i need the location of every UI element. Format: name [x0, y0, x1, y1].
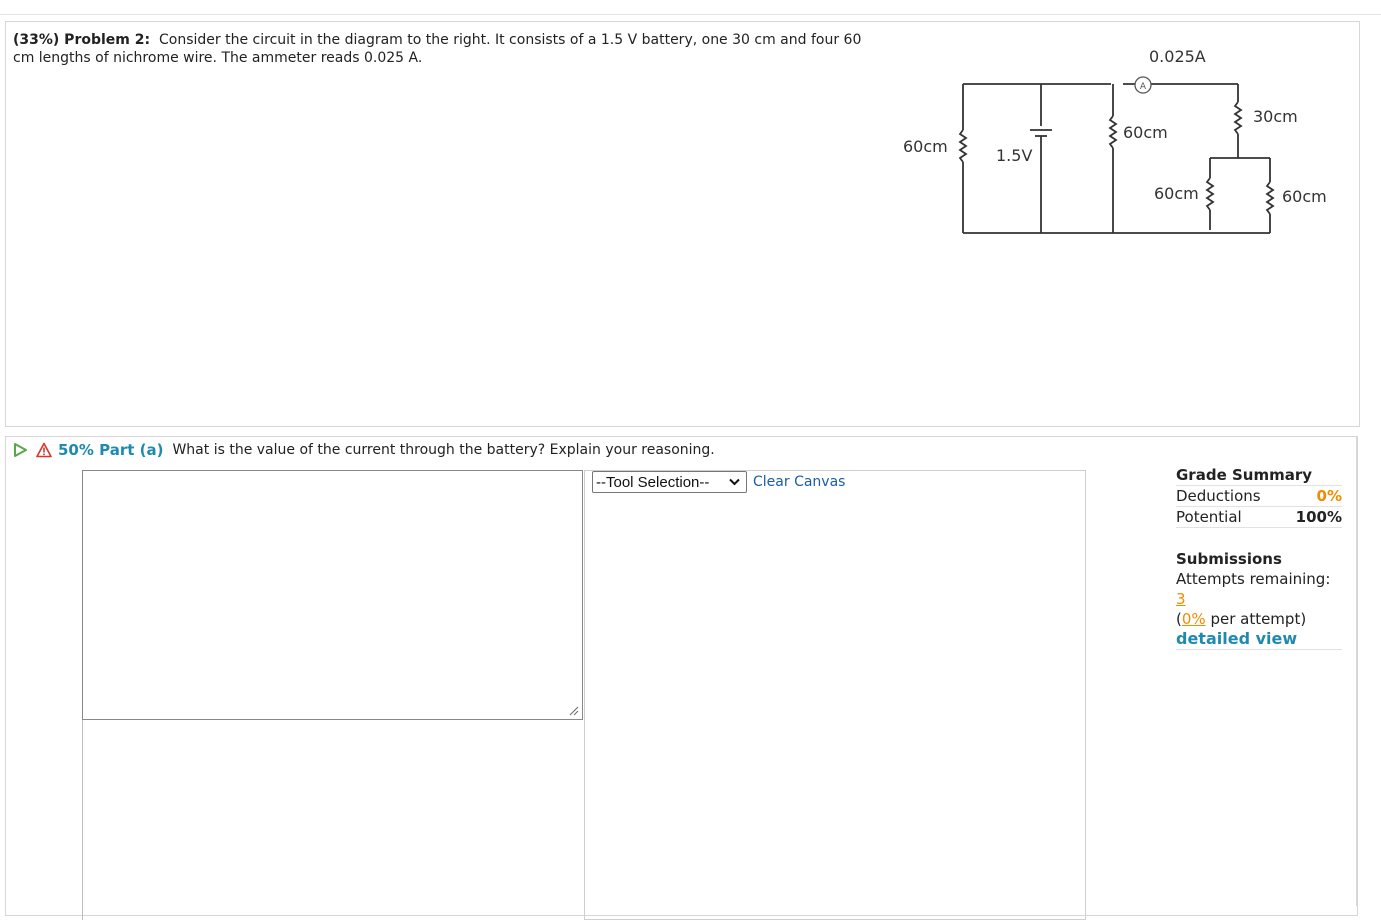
attempts-value[interactable]: 3 [1176, 590, 1186, 608]
answer-input[interactable] [82, 470, 583, 720]
submissions-panel: Submissions Attempts remaining: 3 (0% pe… [1176, 549, 1342, 650]
part-a-question: What is the value of the current through… [172, 442, 715, 458]
deductions-label: Deductions [1176, 487, 1261, 505]
left-resistor-label: 60cm [903, 137, 948, 156]
bottom-middle-resistor-label: 60cm [1154, 184, 1199, 203]
resize-grip-icon[interactable] [567, 704, 579, 716]
potential-value: 100% [1295, 508, 1342, 526]
middle-resistor-label: 60cm [1123, 123, 1168, 142]
play-icon[interactable] [12, 442, 28, 458]
deductions-row: Deductions 0% [1176, 486, 1342, 507]
drawing-canvas[interactable] [584, 470, 1086, 920]
tool-selection-value: --Tool Selection-- [596, 473, 710, 491]
per-attempt-suffix: per attempt) [1210, 610, 1307, 628]
problem-statement: (33%) Problem 2: Consider the circuit in… [13, 31, 883, 67]
grade-summary: Grade Summary Deductions 0% Potential 10… [1176, 466, 1342, 528]
circuit-diagram: A 0.025A 60cm 1.5V 60cm 30cm 60cm 60cm [903, 47, 1327, 234]
detailed-view-link[interactable]: detailed view [1176, 629, 1342, 650]
battery-label: 1.5V [996, 146, 1032, 165]
clear-canvas-link[interactable]: Clear Canvas [753, 474, 845, 490]
warning-icon [36, 442, 52, 458]
ammeter-symbol: A [1140, 82, 1147, 92]
ammeter-reading-label: 0.025A [1149, 47, 1206, 66]
deductions-value: 0% [1316, 487, 1342, 505]
part-a-label: 50% Part (a) [58, 441, 164, 459]
top-divider [0, 14, 1381, 15]
potential-row: Potential 100% [1176, 507, 1342, 528]
right-edge [1356, 436, 1357, 906]
attempts-label: Attempts remaining: [1176, 570, 1331, 588]
answer-lower-area [82, 720, 585, 920]
bottom-right-resistor-label: 60cm [1282, 187, 1327, 206]
submissions-title: Submissions [1176, 550, 1282, 568]
per-attempt-value[interactable]: 0% [1182, 610, 1206, 628]
tool-selection-dropdown[interactable]: --Tool Selection-- [592, 471, 747, 493]
part-a-header: 50% Part (a) What is the value of the cu… [12, 440, 715, 460]
problem-number: (33%) Problem 2: [13, 32, 151, 48]
potential-label: Potential [1176, 508, 1242, 526]
top-right-resistor-label: 30cm [1253, 107, 1298, 126]
attempts-remaining: Attempts remaining: 3 [1176, 569, 1342, 609]
chevron-down-icon [729, 478, 740, 486]
per-attempt: (0% per attempt) [1176, 610, 1307, 628]
grade-summary-title: Grade Summary [1176, 466, 1342, 486]
